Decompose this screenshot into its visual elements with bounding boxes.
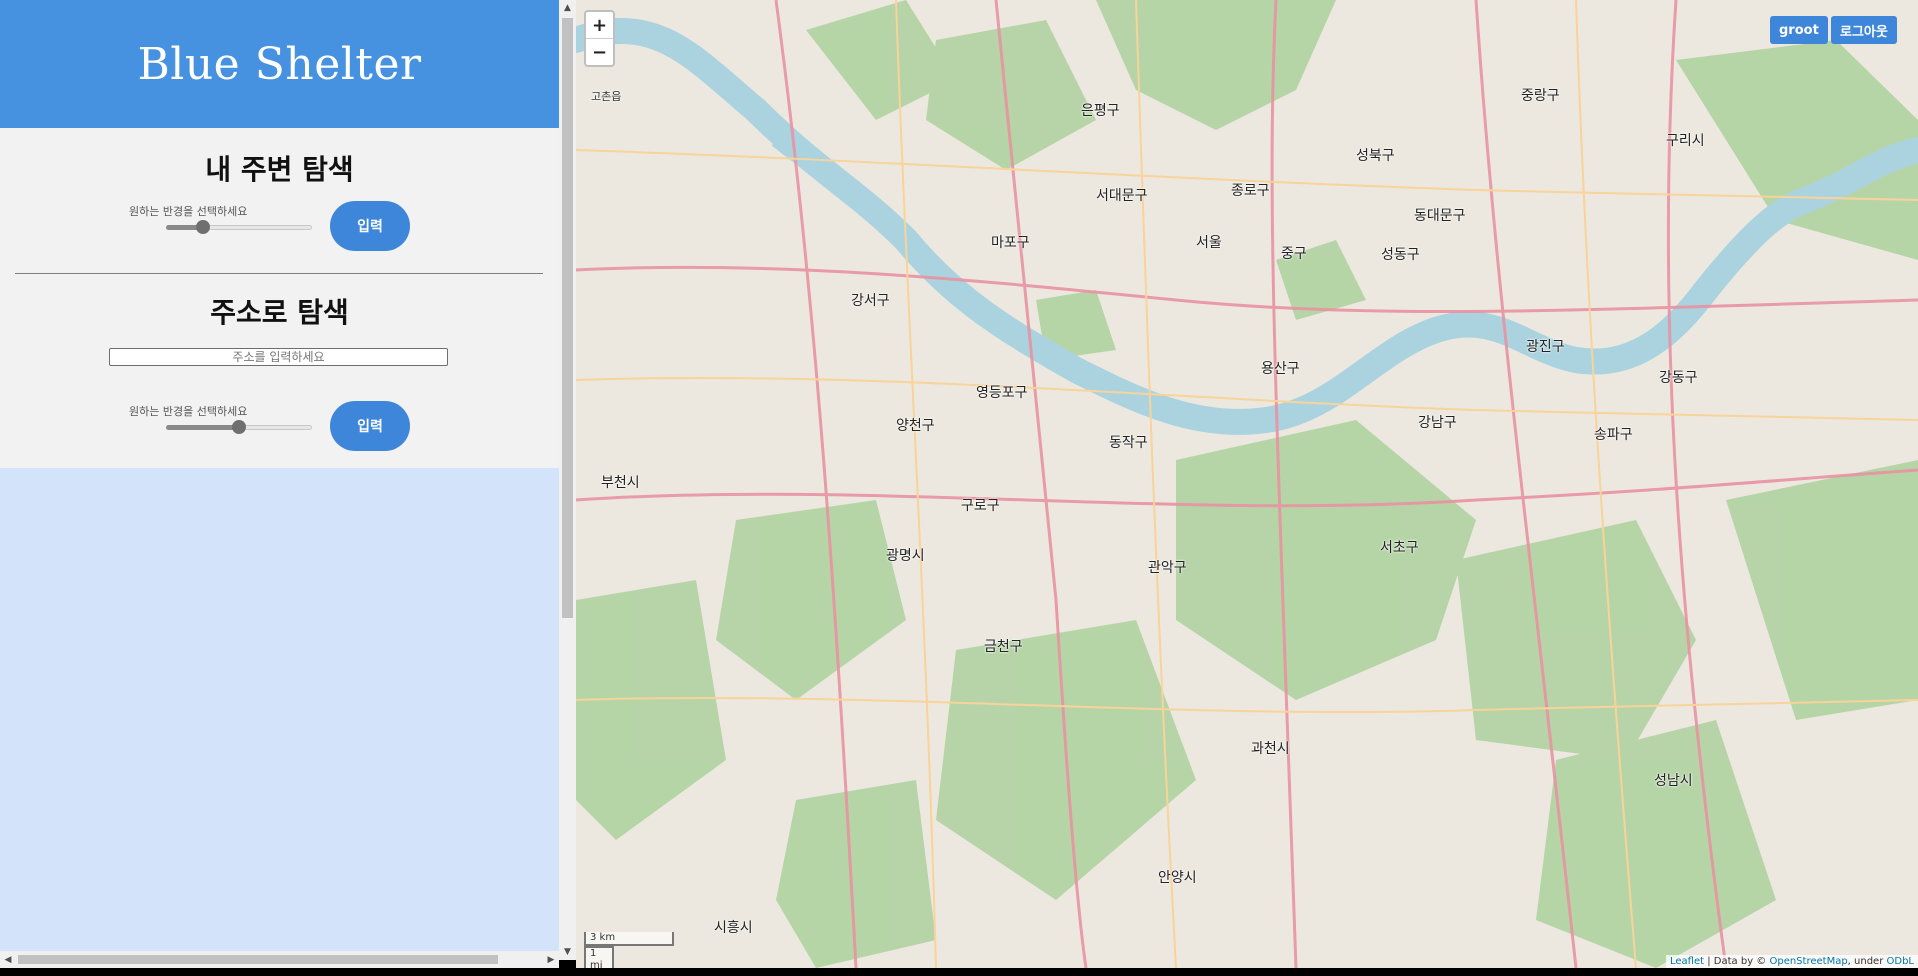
place-label: 관악구 bbox=[1148, 560, 1187, 576]
address-submit-button[interactable]: 입력 bbox=[330, 401, 410, 451]
place-label: 성동구 bbox=[1381, 247, 1420, 263]
place-label: 은평구 bbox=[1081, 103, 1120, 119]
place-label: 강서구 bbox=[851, 293, 890, 309]
place-label: 광명시 bbox=[886, 548, 925, 564]
place-label: 용산구 bbox=[1261, 361, 1300, 377]
sidebar: Blue Shelter 내 주변 탐색 원하는 반경을 선택하세요 입력 주소… bbox=[0, 0, 559, 960]
address-radius-slider[interactable] bbox=[166, 419, 312, 435]
place-label: 구리시 bbox=[1666, 133, 1705, 149]
logout-button[interactable]: 로그아웃 bbox=[1831, 16, 1897, 44]
scale-mi: 1 mi bbox=[584, 946, 614, 968]
place-label: 동작구 bbox=[1109, 435, 1148, 451]
nearby-submit-button[interactable]: 입력 bbox=[330, 201, 410, 251]
map-tiles bbox=[576, 0, 1918, 968]
attribution-text: , under bbox=[1847, 956, 1887, 967]
leaflet-link[interactable]: Leaflet bbox=[1670, 956, 1704, 967]
map-view[interactable]: 마포구 서대문구 종로구 성북구 동대문구 중랑구 은평구 서울 중구 성동구 … bbox=[576, 0, 1918, 968]
place-label: 영등포구 bbox=[976, 385, 1028, 401]
place-label: 중랑구 bbox=[1521, 88, 1560, 104]
place-label: 시흥시 bbox=[714, 920, 753, 936]
zoom-in-button[interactable]: + bbox=[586, 12, 613, 39]
slider-fill bbox=[166, 425, 239, 430]
place-label: 서초구 bbox=[1380, 540, 1419, 556]
scroll-right-icon[interactable]: ▶ bbox=[543, 951, 559, 968]
attribution-text: | Data by © bbox=[1704, 956, 1770, 967]
sidebar-vertical-scrollbar[interactable]: ▲ ▼ bbox=[559, 0, 576, 960]
place-label: 송파구 bbox=[1594, 427, 1633, 443]
nearby-radius-slider[interactable] bbox=[166, 219, 312, 235]
search-panel: 내 주변 탐색 원하는 반경을 선택하세요 입력 주소로 탐색 bbox=[0, 128, 559, 468]
place-label: 광진구 bbox=[1526, 339, 1565, 355]
nearby-radius-label: 원하는 반경을 선택하세요 bbox=[129, 205, 248, 218]
user-button[interactable]: groot bbox=[1770, 16, 1828, 44]
scale-km: 3 km bbox=[584, 932, 674, 946]
app-title: Blue Shelter bbox=[137, 38, 422, 90]
map-scale: 3 km 1 mi bbox=[584, 932, 674, 968]
place-label: 강동구 bbox=[1659, 370, 1698, 386]
address-search-title: 주소로 탐색 bbox=[210, 296, 349, 329]
slider-thumb[interactable] bbox=[232, 420, 246, 434]
place-label: 종로구 bbox=[1231, 183, 1270, 199]
scroll-down-icon[interactable]: ▼ bbox=[559, 944, 576, 960]
app-window: Blue Shelter 내 주변 탐색 원하는 반경을 선택하세요 입력 주소… bbox=[0, 0, 1918, 968]
slider-thumb[interactable] bbox=[195, 220, 210, 234]
place-label: 과천시 bbox=[1251, 741, 1290, 757]
app-header: Blue Shelter bbox=[0, 0, 559, 128]
zoom-control: + − bbox=[584, 10, 615, 67]
place-label: 구로구 bbox=[961, 498, 1000, 514]
address-radius-label: 원하는 반경을 선택하세요 bbox=[129, 405, 248, 418]
scroll-left-icon[interactable]: ◀ bbox=[0, 951, 16, 968]
sidebar-horizontal-scrollbar[interactable]: ◀ ▶ bbox=[0, 951, 559, 968]
osm-link[interactable]: OpenStreetMap bbox=[1769, 956, 1847, 967]
place-label: 양천구 bbox=[896, 418, 935, 434]
scrollbar-thumb[interactable] bbox=[562, 18, 573, 618]
place-label: 서울 bbox=[1196, 235, 1222, 251]
scrollbar-thumb[interactable] bbox=[18, 955, 498, 964]
place-label: 강남구 bbox=[1418, 415, 1457, 431]
map-attribution: Leaflet | Data by © OpenStreetMap, under… bbox=[1666, 955, 1918, 968]
place-label: 고촌읍 bbox=[591, 90, 622, 103]
section-divider bbox=[15, 273, 543, 274]
scroll-up-icon[interactable]: ▲ bbox=[559, 0, 576, 16]
address-input[interactable] bbox=[109, 348, 448, 366]
place-label: 성남시 bbox=[1654, 773, 1693, 789]
place-label: 마포구 bbox=[991, 235, 1030, 251]
place-label: 안양시 bbox=[1158, 870, 1197, 886]
place-label: 동대문구 bbox=[1414, 208, 1466, 224]
place-label: 부천시 bbox=[601, 475, 640, 491]
place-label: 금천구 bbox=[984, 639, 1023, 655]
place-label: 서대문구 bbox=[1096, 188, 1148, 204]
nearby-search-title: 내 주변 탐색 bbox=[205, 153, 354, 186]
odbl-link[interactable]: ODbL bbox=[1887, 956, 1915, 967]
zoom-out-button[interactable]: − bbox=[586, 39, 613, 65]
place-label: 성북구 bbox=[1356, 148, 1395, 164]
place-label: 중구 bbox=[1281, 246, 1307, 262]
